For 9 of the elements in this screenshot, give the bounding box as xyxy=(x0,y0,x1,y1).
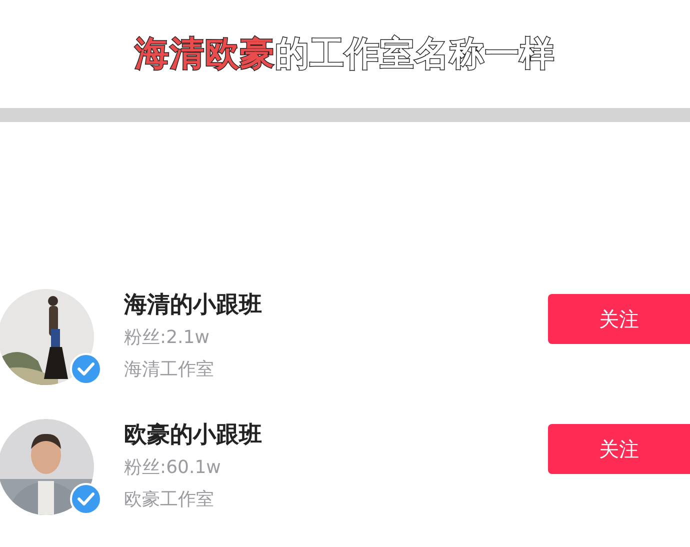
account-name: 欧豪的小跟班 xyxy=(124,421,263,449)
studio-name: 欧豪工作室 xyxy=(124,488,215,512)
account-name: 海清的小跟班 xyxy=(124,291,263,319)
fans-count: 粉丝:60.1w xyxy=(124,456,222,480)
fans-count: 粉丝:2.1w xyxy=(124,326,210,350)
follow-button[interactable]: 关注 xyxy=(548,294,690,344)
caption: 海清欧豪的工作室名称一样 xyxy=(135,33,555,76)
follow-button[interactable]: 关注 xyxy=(548,424,690,474)
studio-name: 海清工作室 xyxy=(124,358,215,382)
